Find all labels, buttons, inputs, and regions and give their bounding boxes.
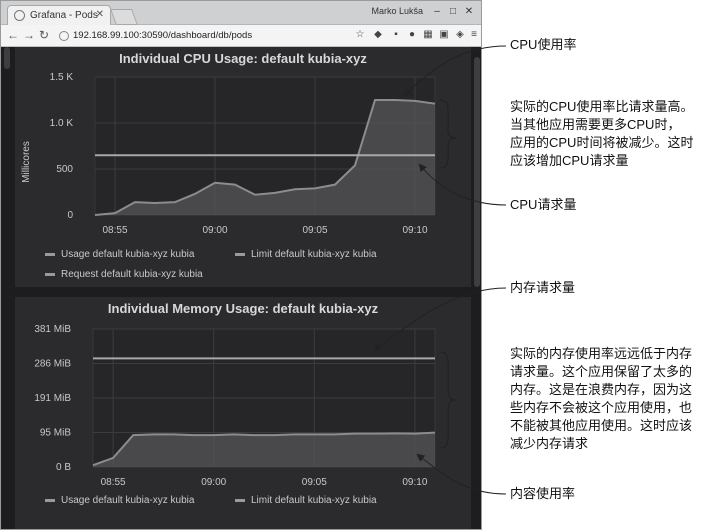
annotation-line: 应用的CPU时间将被减少。这时 <box>510 135 694 150</box>
back-icon[interactable]: ← <box>7 28 19 42</box>
legend-label: Usage default kubia-xyz kubia <box>61 495 195 506</box>
legend-label: Limit default kubia-xyz kubia <box>251 495 377 506</box>
x-tick-label: 08:55 <box>101 477 126 488</box>
legend-swatch <box>235 499 245 502</box>
x-tick-label: 09:10 <box>402 477 427 488</box>
x-tick-label: 09:05 <box>302 477 327 488</box>
annotation-line: 内存。这是在浪费内存，因为这 <box>510 382 693 397</box>
annotation-line: 减少内存请求 <box>510 436 589 451</box>
extension-icon[interactable]: ◈ <box>455 30 465 40</box>
extension-icon[interactable]: ▪ <box>391 30 401 40</box>
legend-swatch <box>45 273 55 276</box>
legend-label: Request default kubia-xyz kubia <box>61 269 203 280</box>
annotation-line: 些内存不会被这个应用使用，也 <box>510 400 693 415</box>
mem-legend-limit[interactable]: Limit default kubia-xyz kubia <box>235 495 377 506</box>
user-label: Marko Lukša <box>371 6 423 16</box>
star-icon[interactable]: ☆ <box>355 30 365 40</box>
tab-title: Grafana - Pods <box>30 10 98 21</box>
annotation-cpu-note: 实际的CPU使用率比请求量高。 当其他应用需要更多CPU时， 应用的CPU时间将… <box>510 98 693 170</box>
annotation-mem-request: 内存请求量 <box>510 280 576 295</box>
annotation-cpu-request: CPU请求量 <box>510 197 577 212</box>
annotation-line: 应该增加CPU请求量 <box>510 153 629 168</box>
y-tick-label: 1.0 K <box>50 118 74 129</box>
annotation-line: 当其他应用需要更多CPU时， <box>510 117 681 132</box>
annotation-line: 实际的CPU使用率比请求量高。 <box>510 99 694 114</box>
forward-icon[interactable]: → <box>23 28 35 42</box>
y-tick-label: 191 MiB <box>34 393 71 404</box>
extension-icon[interactable]: ● <box>407 30 417 40</box>
annotation-line: 实际的内存使用率远远低于内存 <box>510 346 693 361</box>
reload-icon[interactable]: ↻ <box>39 28 49 42</box>
y-tick-label: 0 B <box>56 462 71 473</box>
title-bar: Grafana - Pods ✕ Marko Lukša – □ ✕ <box>1 1 481 25</box>
scrollbar-left[interactable] <box>4 47 10 69</box>
memory-panel: Individual Memory Usage: default kubia-x… <box>15 297 471 529</box>
legend-label: Limit default kubia-xyz kubia <box>251 249 377 260</box>
annotation-line: 不能被其他应用使用。这时应该 <box>510 418 693 433</box>
browser-tab[interactable]: Grafana - Pods ✕ <box>7 5 111 25</box>
x-tick-label: 09:00 <box>202 225 227 236</box>
legend-label: Usage default kubia-xyz kubia <box>61 249 195 260</box>
menu-icon[interactable]: ≡ <box>469 30 479 40</box>
legend-swatch <box>45 253 55 256</box>
x-tick-label: 09:05 <box>302 225 327 236</box>
address-bar[interactable]: 192.168.99.100:30590/dashboard/db/pods <box>59 28 359 43</box>
shield-icon[interactable]: ◆ <box>373 30 383 40</box>
y-tick-label: 1.5 K <box>50 72 74 83</box>
grafana-favicon-icon <box>14 10 25 21</box>
new-tab-button[interactable] <box>110 9 138 25</box>
cpu-y-axis-label: Millicores <box>21 141 32 183</box>
x-tick-label: 09:10 <box>402 225 427 236</box>
annotation-line: 请求量。这个应用保留了太多的 <box>510 364 693 379</box>
url-text: 192.168.99.100:30590/dashboard/db/pods <box>73 30 253 41</box>
y-tick-label: 381 MiB <box>34 324 71 335</box>
annotation-mem-note: 实际的内存使用率远远低于内存 请求量。这个应用保留了太多的 内存。这是在浪费内存… <box>510 345 692 453</box>
close-window-icon[interactable]: ✕ <box>463 6 475 18</box>
scrollbar-right[interactable] <box>474 57 480 287</box>
y-tick-label: 0 <box>67 210 73 221</box>
mem-legend-usage[interactable]: Usage default kubia-xyz kubia <box>45 495 194 506</box>
toolbar: ← → ↻ 192.168.99.100:30590/dashboard/db/… <box>1 25 481 47</box>
calendar-icon[interactable]: ▦ <box>423 30 433 40</box>
annotation-cpu-usage: CPU使用率 <box>510 37 577 52</box>
legend-swatch <box>235 253 245 256</box>
x-tick-label: 08:55 <box>102 225 127 236</box>
y-tick-label: 286 MiB <box>34 359 71 370</box>
cpu-panel: Individual CPU Usage: default kubia-xyz … <box>15 47 471 287</box>
y-tick-label: 95 MiB <box>40 428 71 439</box>
minimize-icon[interactable]: – <box>431 6 443 18</box>
cpu-legend-request[interactable]: Request default kubia-xyz kubia <box>45 269 203 280</box>
y-tick-label: 500 <box>56 164 73 175</box>
dashboard-content: Individual CPU Usage: default kubia-xyz … <box>1 47 481 529</box>
browser-window: Grafana - Pods ✕ Marko Lukša – □ ✕ ← → ↻… <box>0 0 482 530</box>
usage-area <box>93 432 435 467</box>
x-tick-label: 09:00 <box>201 477 226 488</box>
maximize-icon[interactable]: □ <box>447 6 459 18</box>
close-tab-icon[interactable]: ✕ <box>96 9 104 20</box>
annotation-mem-usage: 内容使用率 <box>510 486 576 501</box>
extension-icon[interactable]: ▣ <box>439 30 449 40</box>
cpu-legend-limit[interactable]: Limit default kubia-xyz kubia <box>235 249 377 260</box>
info-icon <box>59 30 69 41</box>
cpu-legend-usage[interactable]: Usage default kubia-xyz kubia <box>45 249 194 260</box>
legend-swatch <box>45 499 55 502</box>
